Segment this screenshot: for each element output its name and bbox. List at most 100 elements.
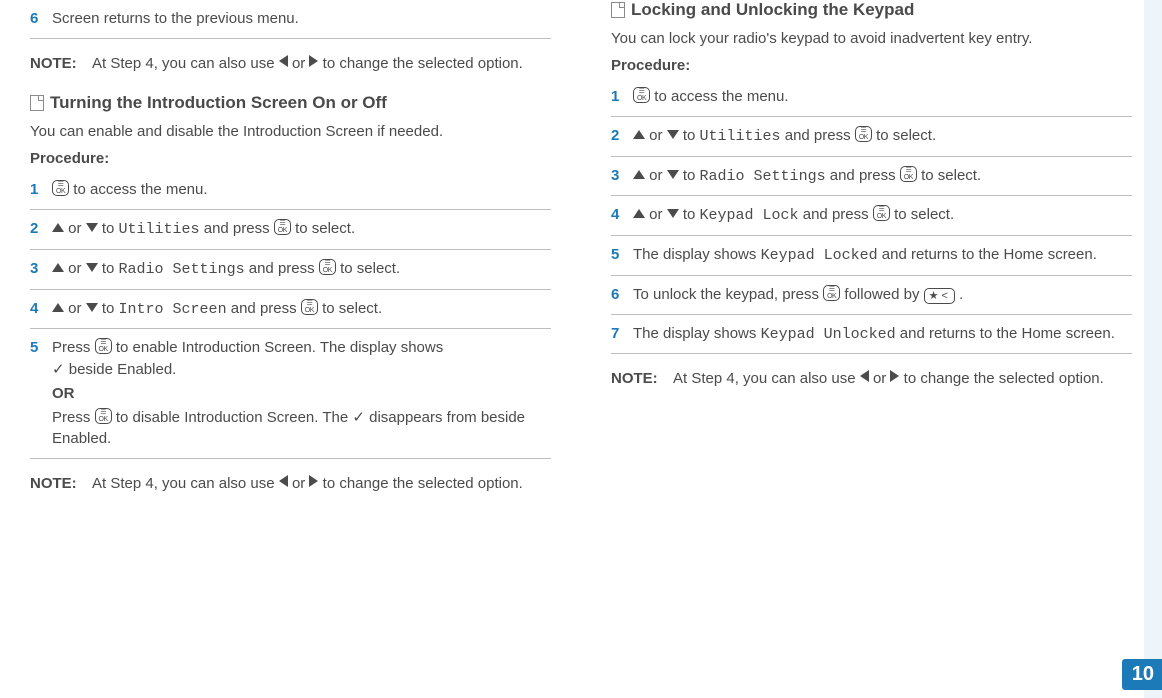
menu-item: Keypad Unlocked <box>761 326 896 343</box>
up-arrow-icon <box>52 263 64 272</box>
heading-text: Turning the Introduction Screen On or Of… <box>50 93 387 113</box>
menu-item: Radio Settings <box>119 261 245 278</box>
left-arrow-icon <box>860 370 869 382</box>
note-body: At Step 4, you can also use or to change… <box>92 473 551 496</box>
text: or <box>68 220 86 237</box>
down-arrow-icon <box>86 263 98 272</box>
or-block: OR <box>52 383 551 405</box>
page-number-tab: 10 <box>1122 659 1162 690</box>
right-column: Locking and Unlocking the Keypad You can… <box>581 0 1144 496</box>
page-columns: 6 Screen returns to the previous menu. N… <box>0 0 1162 496</box>
step-body: or to Radio Settings and press to select… <box>633 165 1132 188</box>
side-stripe <box>1144 0 1162 698</box>
right-arrow-icon <box>309 55 318 67</box>
text: The display shows <box>633 246 761 263</box>
text: and press <box>785 127 855 144</box>
step-number: 5 <box>611 244 633 266</box>
step-body: Press to enable Introduction Screen. The… <box>52 337 551 450</box>
text: or <box>873 370 891 387</box>
text: or <box>292 475 310 492</box>
r-step-2: 2 or to Utilities and press to select. <box>611 117 1132 157</box>
text: to <box>102 300 119 317</box>
or-label: OR <box>52 385 75 402</box>
up-arrow-icon <box>633 209 645 218</box>
text: To unlock the keypad, press <box>633 286 823 303</box>
menu-item: Radio Settings <box>700 168 826 185</box>
text: to select. <box>295 220 355 237</box>
text: to select. <box>322 300 382 317</box>
procedure-label: Procedure: <box>611 57 1132 74</box>
text: or <box>68 300 86 317</box>
text: to <box>683 206 700 223</box>
step-body: To unlock the keypad, press followed by … <box>633 284 1132 306</box>
step-number: 4 <box>611 204 633 226</box>
text: to <box>102 220 119 237</box>
step-number: 2 <box>611 125 633 147</box>
left-arrow-icon <box>279 55 288 67</box>
down-arrow-icon <box>667 170 679 179</box>
check-icon: ✓ <box>52 361 65 378</box>
text: Press <box>52 409 95 426</box>
menu-item: Utilities <box>119 221 200 238</box>
step-body: or to Intro Screen and press to select. <box>52 298 551 321</box>
line1: Press to enable Introduction Screen. The… <box>52 337 551 381</box>
text: and returns to the Home screen. <box>900 325 1115 342</box>
right-arrow-icon <box>890 370 899 382</box>
document-icon <box>611 2 625 18</box>
text: At Step 4, you can also use <box>673 370 860 387</box>
text: and press <box>204 220 274 237</box>
text: to change the selected option. <box>323 55 523 72</box>
text: to select. <box>340 260 400 277</box>
procedure-label: Procedure: <box>30 150 551 167</box>
text: to <box>683 167 700 184</box>
step-number: 3 <box>611 165 633 187</box>
text: or <box>649 127 667 144</box>
down-arrow-icon <box>667 130 679 139</box>
lead-text: You can enable and disable the Introduct… <box>30 121 551 142</box>
step-body: The display shows Keypad Unlocked and re… <box>633 323 1132 346</box>
step-body: or to Utilities and press to select. <box>633 125 1132 148</box>
down-arrow-icon <box>86 223 98 232</box>
text: or <box>292 55 310 72</box>
ok-key-icon <box>633 87 650 103</box>
document-icon <box>30 95 44 111</box>
step-body: or to Utilities and press to select. <box>52 218 551 241</box>
menu-item: Utilities <box>700 128 781 145</box>
step-1: 1 to access the menu. <box>30 171 551 210</box>
ok-key-icon <box>319 259 336 275</box>
note-block-1: NOTE: At Step 4, you can also use or to … <box>30 53 551 76</box>
text: or <box>649 167 667 184</box>
menu-item: Keypad Locked <box>761 247 878 264</box>
text: to select. <box>876 127 936 144</box>
down-arrow-icon <box>667 209 679 218</box>
step-body: to access the menu. <box>633 86 1132 108</box>
note-label: NOTE: <box>30 53 92 76</box>
text: and press <box>231 300 301 317</box>
text: to change the selected option. <box>904 370 1104 387</box>
text: and press <box>249 260 319 277</box>
r-step-1: 1 to access the menu. <box>611 78 1132 117</box>
step-text: Screen returns to the previous menu. <box>52 8 551 30</box>
up-arrow-icon <box>633 130 645 139</box>
line2: Press to disable Introduction Screen. Th… <box>52 407 551 451</box>
text: beside Enabled. <box>69 361 177 378</box>
text: to select. <box>894 206 954 223</box>
text: to disable Introduction Screen. The <box>116 409 353 426</box>
step-3: 3 or to Radio Settings and press to sele… <box>30 250 551 290</box>
step-number: 7 <box>611 323 633 345</box>
text: The display shows <box>633 325 761 342</box>
ok-key-icon <box>823 285 840 301</box>
text: Press <box>52 339 95 356</box>
text: to enable Introduction Screen. The displ… <box>116 339 443 356</box>
step-4: 4 or to Intro Screen and press to select… <box>30 290 551 330</box>
step-number: 5 <box>30 337 52 359</box>
ok-key-icon <box>95 338 112 354</box>
text: to access the menu. <box>73 181 207 198</box>
step-number: 6 <box>611 284 633 306</box>
text: followed by <box>844 286 923 303</box>
step-number: 3 <box>30 258 52 280</box>
up-arrow-icon <box>52 303 64 312</box>
up-arrow-icon <box>633 170 645 179</box>
ok-key-icon <box>274 219 291 235</box>
left-arrow-icon <box>279 475 288 487</box>
